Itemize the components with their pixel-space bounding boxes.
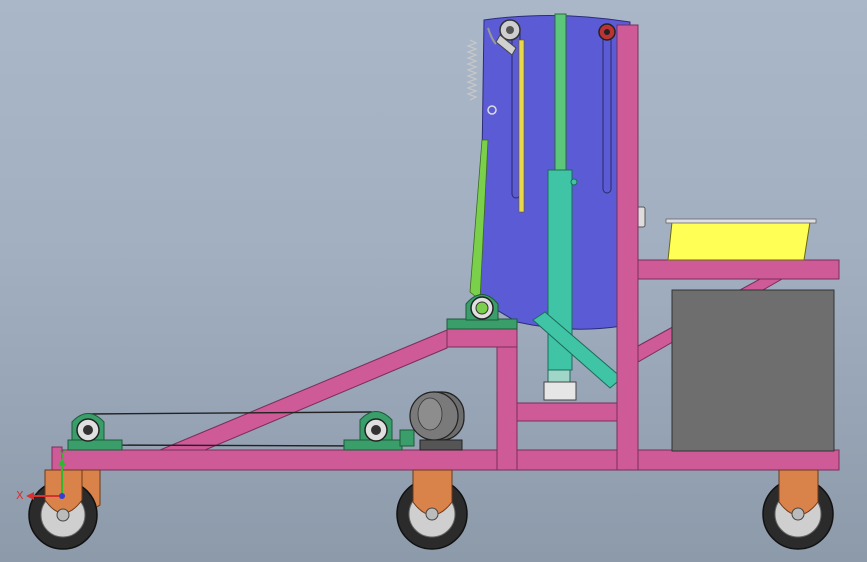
- tension-spring: [466, 39, 478, 101]
- tray-body: [667, 221, 811, 261]
- caster-wheel-middle[interactable]: [396, 469, 468, 550]
- electric-motor[interactable]: [399, 391, 465, 451]
- cylinder-port: [570, 178, 578, 186]
- drum-platform: [446, 327, 518, 348]
- cylinder-clevis: [543, 381, 577, 401]
- cart-mixer-assembly[interactable]: X Y: [0, 0, 867, 562]
- base-beam: [51, 449, 840, 471]
- yellow-rod: [518, 39, 525, 213]
- cad-viewport[interactable]: X Y: [0, 0, 867, 562]
- caster-wheel-right[interactable]: [762, 469, 834, 550]
- top-pulley-right-hub: [604, 29, 610, 35]
- feed-tray[interactable]: [665, 218, 817, 261]
- bearing-left[interactable]: [67, 413, 123, 451]
- triad-x-arrow-icon: [26, 492, 34, 500]
- main-upright: [616, 24, 639, 471]
- tray-shelf: [637, 259, 840, 280]
- triad-z-origin: [59, 493, 65, 499]
- cylinder-foot: [547, 369, 571, 383]
- cylinder-rod: [554, 13, 567, 185]
- mid-upright: [496, 344, 518, 471]
- control-cabinet[interactable]: [671, 289, 835, 452]
- bearing-middle[interactable]: [343, 411, 403, 451]
- tray-rim: [665, 218, 817, 224]
- triad-x-label: X: [16, 489, 24, 502]
- caster-wheel-left[interactable]: [28, 469, 101, 550]
- cross-beam: [516, 402, 618, 422]
- top-pulley-left-hub: [506, 26, 514, 34]
- triad-y-label: Y: [58, 448, 66, 461]
